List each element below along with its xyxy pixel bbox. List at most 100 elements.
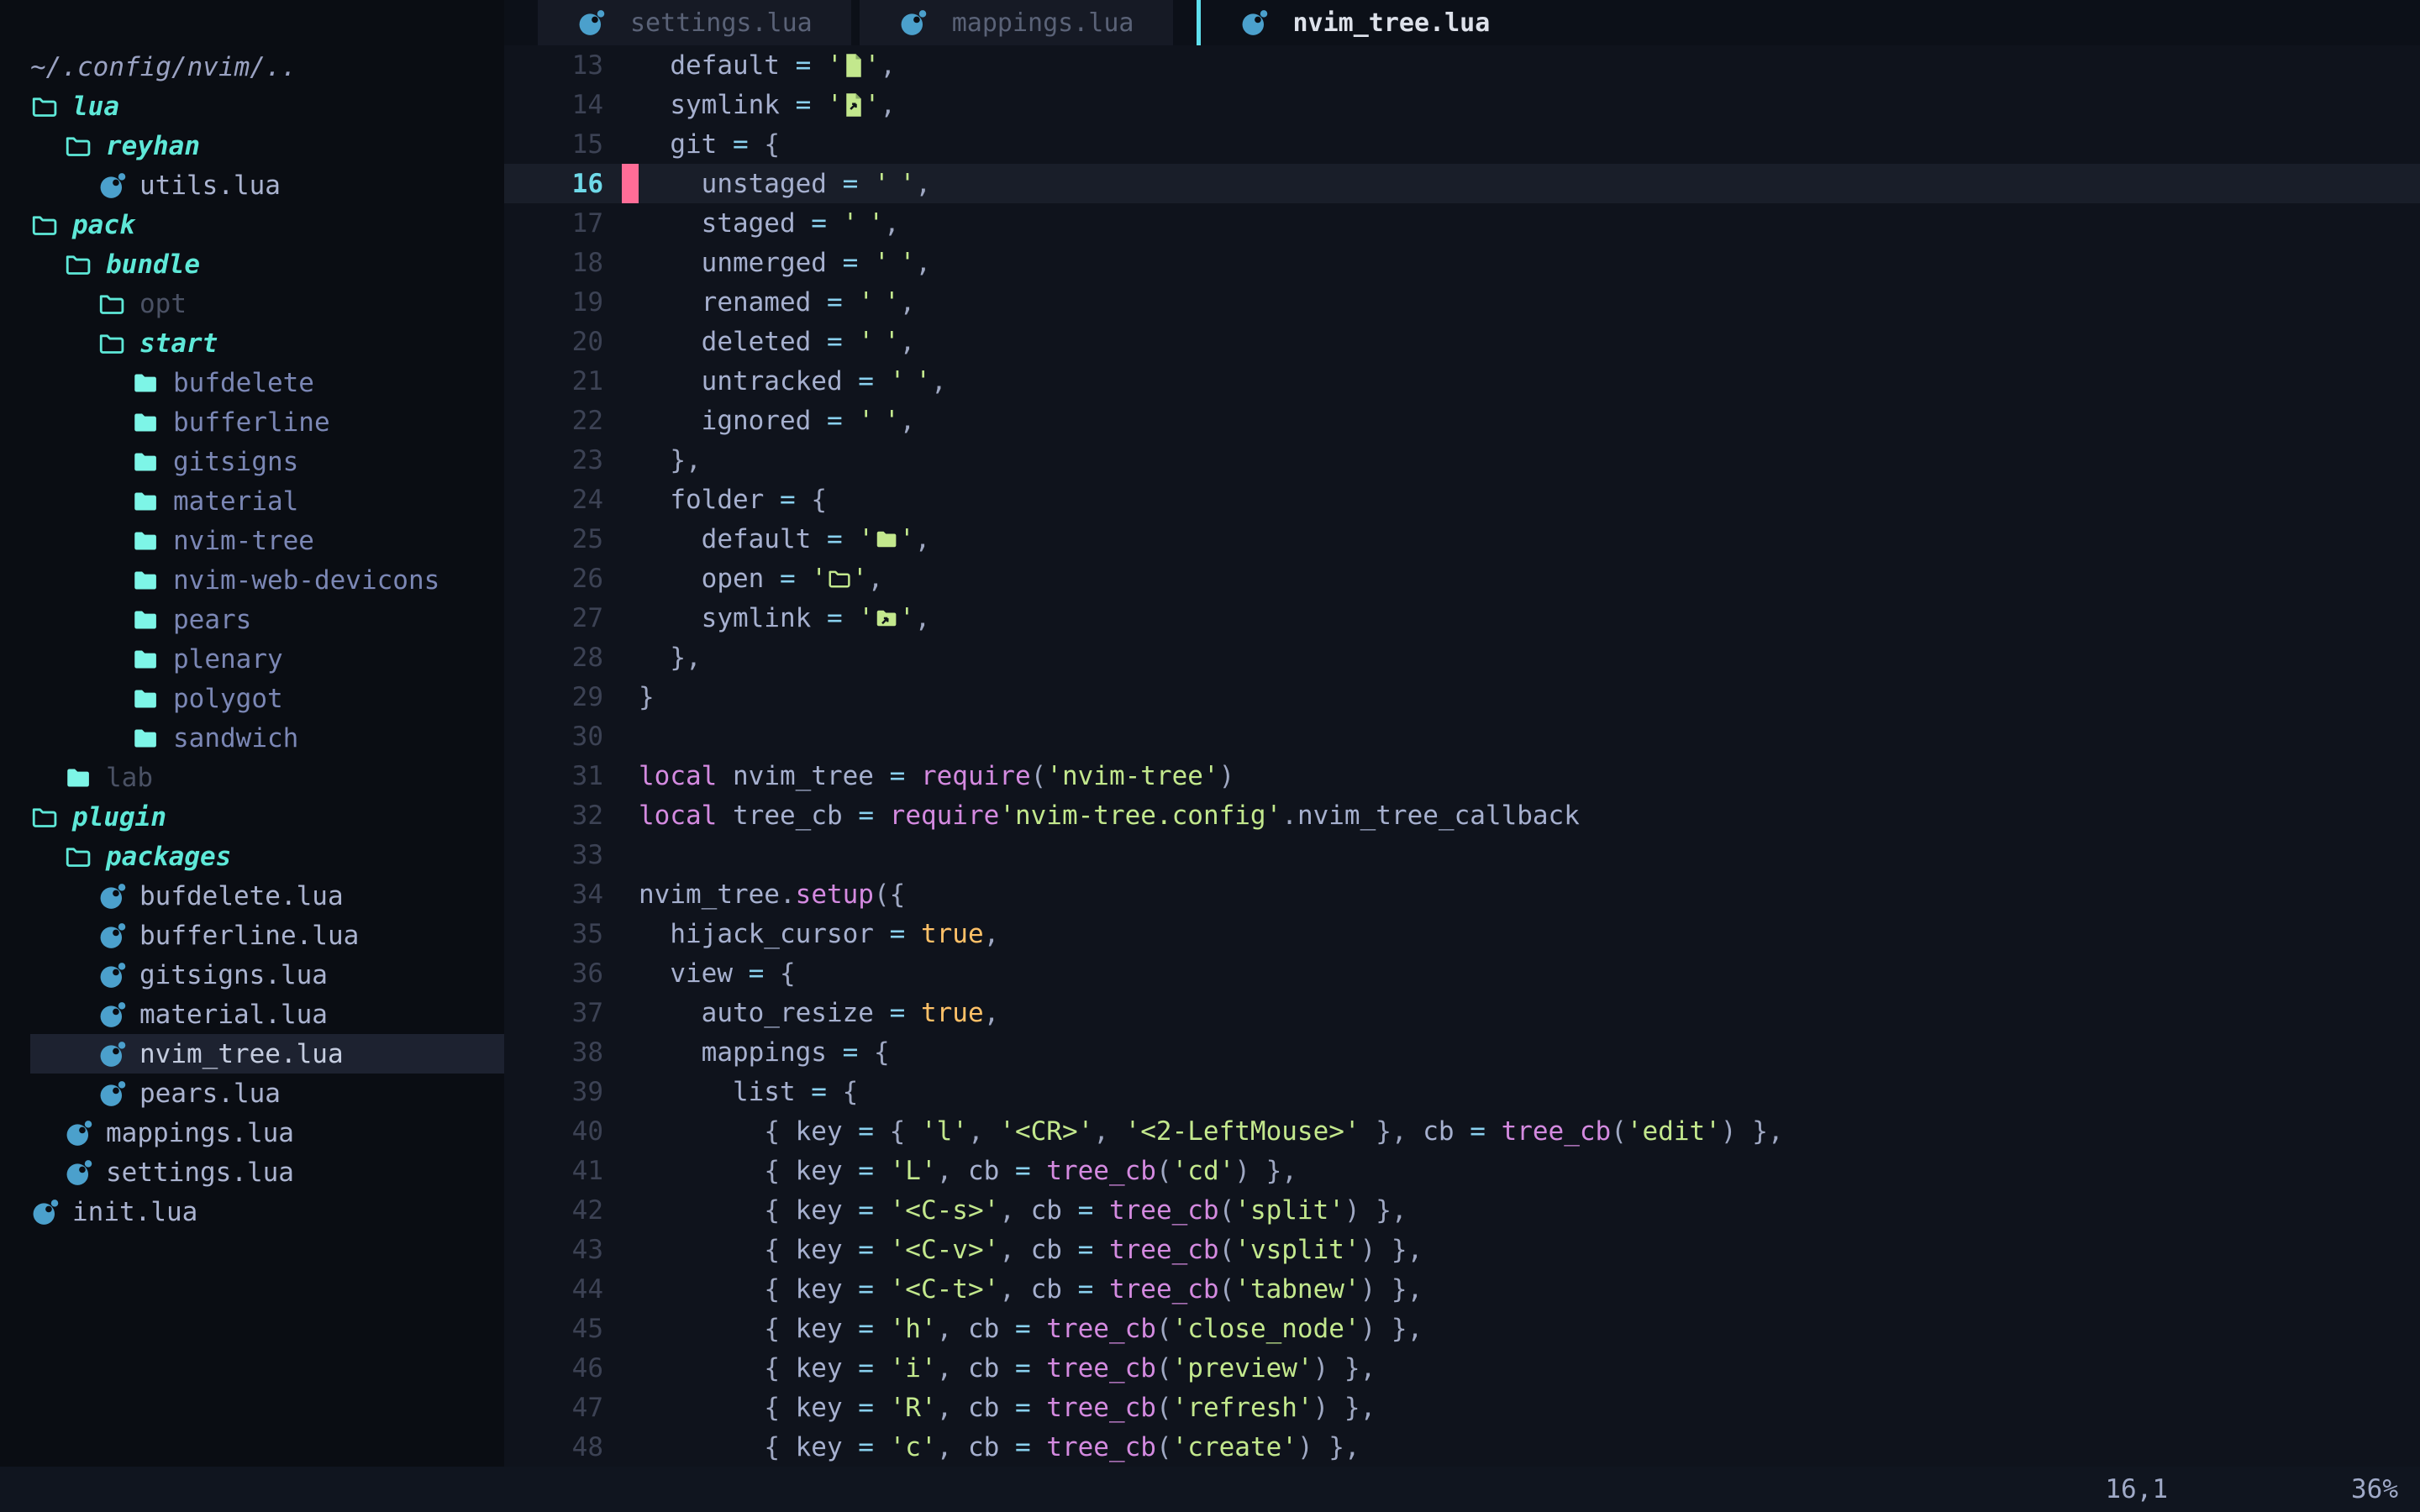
code-line-32[interactable]: 32local tree_cb = require'nvim-tree.conf…	[504, 795, 2420, 835]
tree-item-plenary[interactable]: plenary	[0, 639, 504, 679]
code-line-41[interactable]: 41 { key = 'L', cb = tree_cb('cd') },	[504, 1151, 2420, 1190]
tree-item-lab[interactable]: lab	[0, 758, 504, 797]
tree-item-nvim_tree.lua[interactable]: nvim_tree.lua	[0, 1034, 504, 1074]
code-line-39[interactable]: 39 list = {	[504, 1072, 2420, 1111]
code-line-43[interactable]: 43 { key = '<C-v>', cb = tree_cb('vsplit…	[504, 1230, 2420, 1269]
code-line-19[interactable]: 19 renamed = '',	[504, 282, 2420, 322]
token: },	[670, 643, 701, 673]
code-line-18[interactable]: 18 unmerged = '',	[504, 243, 2420, 282]
sign-column	[622, 1072, 639, 1111]
tree-item-material.lua[interactable]: material.lua	[0, 995, 504, 1034]
token: view	[670, 958, 733, 989]
code-line-33[interactable]: 33	[504, 835, 2420, 874]
tree-item-nvim-tree[interactable]: nvim-tree	[0, 521, 504, 560]
tree-item-pack[interactable]: pack	[0, 205, 504, 244]
token: }	[639, 682, 655, 712]
code-line-14[interactable]: 14 symlink = '',	[504, 85, 2420, 124]
code-line-38[interactable]: 38 mappings = {	[504, 1032, 2420, 1072]
folder-open-icon	[30, 803, 59, 832]
tree-item-label: bundle	[106, 249, 200, 280]
token: (	[1156, 1314, 1172, 1344]
tree-item-sandwich[interactable]: sandwich	[0, 718, 504, 758]
code-line-37[interactable]: 37 auto_resize = true,	[504, 993, 2420, 1032]
tree-item-pears[interactable]: pears	[0, 600, 504, 639]
tree-item-utils.lua[interactable]: utils.lua	[0, 165, 504, 205]
sign-column	[622, 361, 639, 401]
code-line-27[interactable]: 27 symlink = '',	[504, 598, 2420, 638]
tree-item-bufferline.lua[interactable]: bufferline.lua	[0, 916, 504, 955]
code-line-44[interactable]: 44 { key = '<C-t>', cb = tree_cb('tabnew…	[504, 1269, 2420, 1309]
sign-column	[622, 717, 639, 756]
tree-item-bufdelete.lua[interactable]: bufdelete.lua	[0, 876, 504, 916]
code-line-17[interactable]: 17 staged = '',	[504, 203, 2420, 243]
code-line-13[interactable]: 13 default = '',	[504, 45, 2420, 85]
line-number: 25	[504, 524, 622, 554]
code-line-23[interactable]: 23 },	[504, 440, 2420, 480]
code-line-26[interactable]: 26 open = '',	[504, 559, 2420, 598]
tree-item-lua[interactable]: lua	[0, 87, 504, 126]
lua-file-icon	[576, 8, 605, 37]
code-line-22[interactable]: 22 ignored = '',	[504, 401, 2420, 440]
code-buffer[interactable]: 13 default = '',14 symlink = '',15 git =…	[504, 45, 2420, 1467]
code-line-29[interactable]: 29}	[504, 677, 2420, 717]
token	[639, 1195, 764, 1226]
code-line-28[interactable]: 28 },	[504, 638, 2420, 677]
sign-column	[622, 45, 639, 85]
token: =	[764, 564, 811, 594]
code-line-42[interactable]: 42 { key = '<C-s>', cb = tree_cb('split'…	[504, 1190, 2420, 1230]
tree-item-nvim-web-devicons[interactable]: nvim-web-devicons	[0, 560, 504, 600]
token: ,	[915, 603, 931, 633]
line-number: 32	[504, 801, 622, 831]
tree-item-settings.lua[interactable]: settings.lua	[0, 1152, 504, 1192]
code-line-24[interactable]: 24 folder = {	[504, 480, 2420, 519]
code-line-47[interactable]: 47 { key = 'R', cb = tree_cb('refresh') …	[504, 1388, 2420, 1427]
tree-item-plugin[interactable]: plugin	[0, 797, 504, 837]
tree-item-bufdelete[interactable]: bufdelete	[0, 363, 504, 402]
tree-item-reyhan[interactable]: reyhan	[0, 126, 504, 165]
code-line-46[interactable]: 46 { key = 'i', cb = tree_cb('preview') …	[504, 1348, 2420, 1388]
folder-closed-icon	[131, 527, 160, 555]
code-line-21[interactable]: 21 untracked = '',	[504, 361, 2420, 401]
line-number: 33	[504, 840, 622, 870]
tree-item-gitsigns[interactable]: gitsigns	[0, 442, 504, 481]
tree-item-init.lua[interactable]: init.lua	[0, 1192, 504, 1231]
code-line-20[interactable]: 20 deleted = '',	[504, 322, 2420, 361]
tree-item-mappings.lua[interactable]: mappings.lua	[0, 1113, 504, 1152]
token: staged	[702, 208, 796, 239]
tree-root-path[interactable]: ~/.config/nvim/..	[0, 47, 504, 87]
folder-closed-icon	[131, 606, 160, 634]
tab-mappings.lua[interactable]: mappings.lua	[860, 0, 1173, 45]
tree-item-bundle[interactable]: bundle	[0, 244, 504, 284]
tree-item-pears.lua[interactable]: pears.lua	[0, 1074, 504, 1113]
tree-item-start[interactable]: start	[0, 323, 504, 363]
line-number: 22	[504, 406, 622, 436]
tree-item-gitsigns.lua[interactable]: gitsigns.lua	[0, 955, 504, 995]
tree-item-material[interactable]: material	[0, 481, 504, 521]
tree-item-polygot[interactable]: polygot	[0, 679, 504, 718]
code-line-40[interactable]: 40 { key = { 'l', '<CR>', '<2-LeftMouse>…	[504, 1111, 2420, 1151]
code-line-48[interactable]: 48 { key = 'c', cb = tree_cb('create') }…	[504, 1427, 2420, 1467]
token: =	[1062, 1235, 1109, 1265]
code-line-45[interactable]: 45 { key = 'h', cb = tree_cb('close_node…	[504, 1309, 2420, 1348]
code-line-36[interactable]: 36 view = {	[504, 953, 2420, 993]
sign-column	[622, 480, 639, 519]
tab-nvim_tree.lua[interactable]: nvim_tree.lua	[1201, 0, 1529, 45]
token: '	[900, 248, 916, 278]
sign-column	[622, 243, 639, 282]
code-line-16[interactable]: 16 unstaged = '',	[504, 164, 2420, 203]
code-line-34[interactable]: 34nvim_tree.setup({	[504, 874, 2420, 914]
code-line-25[interactable]: 25 default = '',	[504, 519, 2420, 559]
code-line-30[interactable]: 30	[504, 717, 2420, 756]
code-line-31[interactable]: 31local nvim_tree = require('nvim-tree')	[504, 756, 2420, 795]
token: 'cd'	[1172, 1156, 1235, 1186]
folder-open-icon	[64, 132, 92, 160]
token: key	[796, 1235, 843, 1265]
line-number: 43	[504, 1235, 622, 1265]
tree-item-packages[interactable]: packages	[0, 837, 504, 876]
tree-item-bufferline[interactable]: bufferline	[0, 402, 504, 442]
code-line-35[interactable]: 35 hijack_cursor = true,	[504, 914, 2420, 953]
tab-settings.lua[interactable]: settings.lua	[538, 0, 851, 45]
code-line-15[interactable]: 15 git = {	[504, 124, 2420, 164]
tree-item-opt[interactable]: opt	[0, 284, 504, 323]
token: =	[827, 169, 874, 199]
